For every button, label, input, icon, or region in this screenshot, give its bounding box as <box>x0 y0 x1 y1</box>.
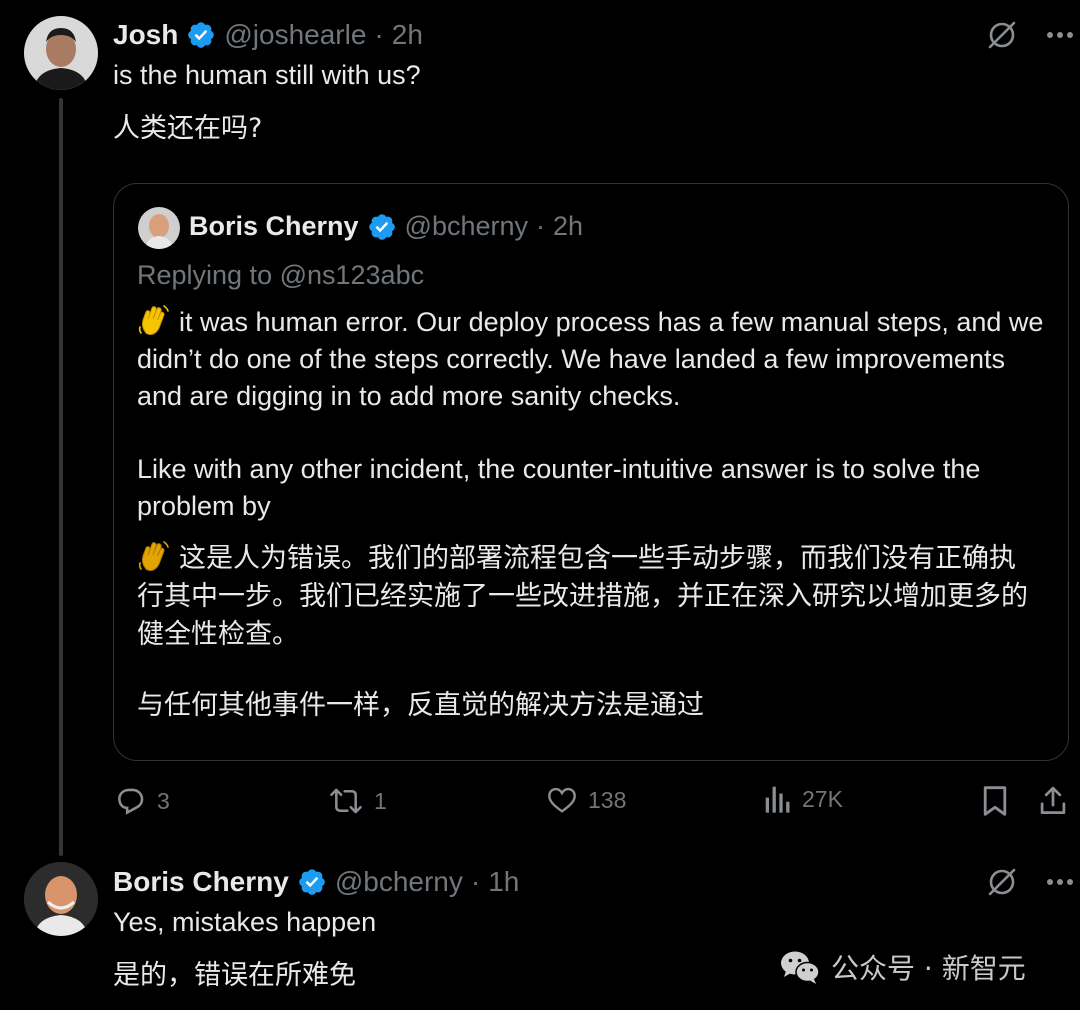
quoted-paragraph-1-en-text: it was human error. Our deploy process h… <box>137 307 1044 411</box>
tweet-corner-actions <box>986 19 1074 51</box>
separator-dot: · <box>536 211 546 241</box>
like-button[interactable]: 138 <box>546 784 626 816</box>
thread-connector-line <box>59 98 63 856</box>
waving-hand-emoji-icon <box>138 305 169 336</box>
author-handle[interactable]: @joshearle <box>224 19 366 51</box>
tweet-josh <box>0 0 1080 1</box>
reply-button[interactable]: 3 <box>113 784 170 818</box>
views-button[interactable]: 27K <box>764 784 843 814</box>
quoted-tweet-header: Boris Cherny @bcherny · 2h <box>189 211 583 242</box>
quoted-paragraph-2-cn: 与任何其他事件一样，反直觉的解决方法是通过 <box>137 690 704 721</box>
grok-icon[interactable] <box>986 19 1018 51</box>
waving-hand-emoji-icon <box>138 541 169 572</box>
wechat-icon <box>781 951 820 984</box>
share-icon <box>1040 786 1066 814</box>
separator-dot: · <box>470 866 481 897</box>
timestamp[interactable]: 1h <box>488 866 519 898</box>
repost-button[interactable]: 1 <box>328 784 387 818</box>
more-icon[interactable] <box>1046 31 1074 39</box>
tweet-corner-actions <box>986 866 1074 898</box>
separator-dot: · <box>374 19 384 50</box>
verified-badge-icon <box>299 869 325 895</box>
repost-icon <box>330 788 362 814</box>
bookmark-button[interactable] <box>981 784 1009 818</box>
quoted-avatar <box>138 207 180 249</box>
views-icon <box>765 786 790 813</box>
reply-text-en: Yes, mistakes happen <box>113 907 377 937</box>
quoted-paragraph-1-en: it was human error. Our deploy process h… <box>137 303 1057 415</box>
quoted-author-name: Boris Cherny <box>189 211 359 241</box>
replying-to-label: Replying to @ns123abc <box>137 260 425 290</box>
tweet-text-en: is the human still with us? <box>113 60 421 90</box>
share-button[interactable] <box>1038 784 1068 818</box>
author-handle[interactable]: @bcherny <box>335 866 463 898</box>
quoted-author-handle: @bcherny <box>404 211 529 241</box>
author-name[interactable]: Josh <box>113 19 178 51</box>
more-icon[interactable] <box>1046 878 1074 886</box>
bookmark-icon <box>983 786 1007 816</box>
reply-text-cn: 是的，错误在所难免 <box>113 960 356 991</box>
tweet-action-bar: 3 1 138 27K <box>113 784 1073 824</box>
reply-icon <box>118 788 144 815</box>
avatar[interactable] <box>24 862 98 936</box>
author-name[interactable]: Boris Cherny <box>113 866 289 898</box>
avatar[interactable] <box>24 16 98 90</box>
watermark-text: 公众号 · 新智元 <box>831 952 1026 985</box>
quoted-timestamp: 2h <box>553 211 584 241</box>
quoted-paragraph-2-en: Like with any other incident, the counte… <box>137 454 981 521</box>
like-icon <box>548 787 576 813</box>
watermark: 公众号 · 新智元 <box>779 947 1026 987</box>
reply-tweet-header: Boris Cherny @bcherny · 1h <box>113 866 519 898</box>
like-count: 138 <box>588 786 627 813</box>
reply-count: 3 <box>157 787 170 814</box>
grok-icon[interactable] <box>986 866 1018 898</box>
verified-badge-icon <box>368 213 395 240</box>
quoted-paragraph-1-cn: 这是人为错误。我们的部署流程包含一些手动步骤，而我们没有正确执行其中一步。我们已… <box>137 539 1037 654</box>
quoted-tweet-card[interactable]: Boris Cherny @bcherny · 2h Replying to @… <box>113 183 1069 761</box>
quoted-paragraph-1-cn-text: 这是人为错误。我们的部署流程包含一些手动步骤，而我们没有正确执行其中一步。我们已… <box>137 543 1028 650</box>
verified-badge-icon <box>188 22 215 48</box>
tweet-text-cn: 人类还在吗? <box>113 113 263 144</box>
tweet-header: Josh @joshearle · 2h <box>113 19 423 51</box>
view-count: 27K <box>802 785 843 812</box>
timestamp[interactable]: 2h <box>392 19 423 51</box>
repost-count: 1 <box>374 787 387 814</box>
